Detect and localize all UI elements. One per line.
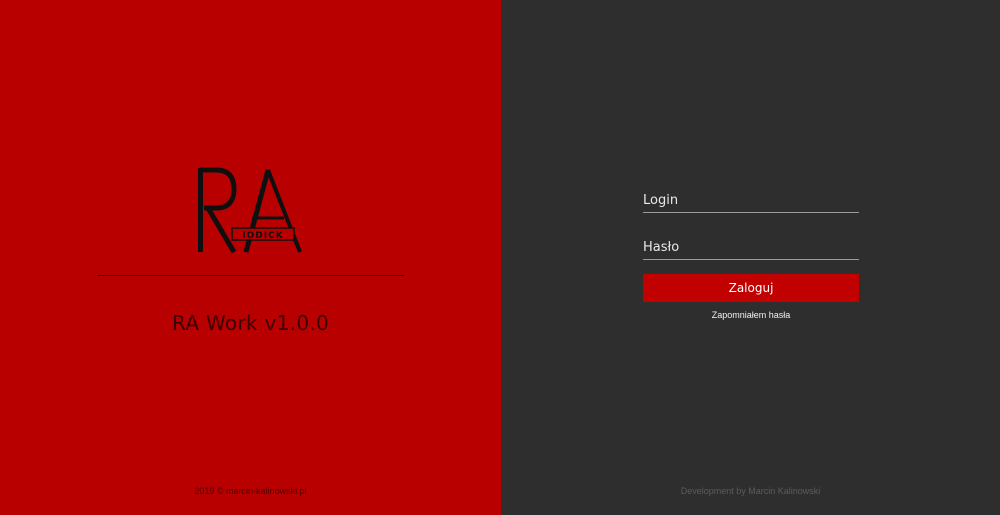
login-page: IODICK RA Work v1.0.0 2019 © marcin-kali… xyxy=(0,0,1000,515)
app-title: RA Work v1.0.0 xyxy=(171,311,330,335)
divider xyxy=(97,275,404,276)
developer-credit: Development by Marcin Kalinowski xyxy=(680,486,821,496)
login-input[interactable] xyxy=(643,190,859,211)
password-input[interactable] xyxy=(643,237,859,258)
login-field-wrapper xyxy=(643,190,859,213)
login-panel: Zaloguj Zapomniałem hasła Development by… xyxy=(501,0,1000,515)
copyright-text: 2019 © marcin-kalinowski.pl xyxy=(194,486,307,496)
login-button[interactable]: Zaloguj xyxy=(643,274,859,302)
logo-badge-text: IODICK xyxy=(242,231,283,241)
forgot-password-link[interactable]: Zapomniałem hasła xyxy=(643,310,859,320)
ra-logo: IODICK xyxy=(192,164,308,256)
branding-panel: IODICK RA Work v1.0.0 2019 © marcin-kali… xyxy=(0,0,501,515)
password-field-wrapper xyxy=(643,237,859,260)
login-form: Zaloguj Zapomniałem hasła xyxy=(643,190,859,320)
